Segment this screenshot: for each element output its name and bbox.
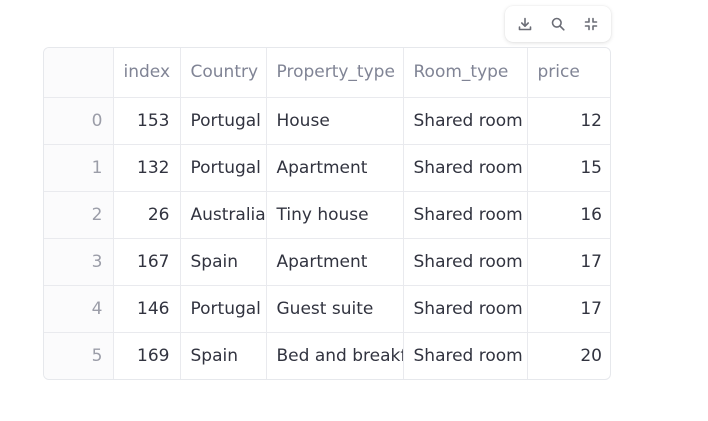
- column-header-room-type[interactable]: Room_type: [403, 48, 528, 98]
- row-number: 3: [44, 238, 114, 286]
- search-icon: [551, 17, 565, 31]
- data-table: index Country Property_type Room_type pr…: [44, 48, 610, 379]
- table-row: 4 146 Portugal Guest suite Shared room 1…: [44, 285, 610, 333]
- row-number: 2: [44, 191, 114, 239]
- column-header-country[interactable]: Country: [180, 48, 267, 98]
- cell-country[interactable]: Australia: [180, 191, 267, 239]
- table-row: 3 167 Spain Apartment Shared room 17: [44, 238, 610, 286]
- cell-price[interactable]: 17: [527, 238, 610, 286]
- row-number: 4: [44, 285, 114, 333]
- cell-room-type[interactable]: Shared room: [403, 238, 528, 286]
- cell-room-type[interactable]: Shared room: [403, 332, 528, 379]
- table-row: 2 26 Australia Tiny house Shared room 16: [44, 191, 610, 239]
- cell-index[interactable]: 169: [113, 332, 181, 379]
- cell-index[interactable]: 132: [113, 144, 181, 192]
- table-row: 1 132 Portugal Apartment Shared room 15: [44, 144, 610, 192]
- cell-price[interactable]: 16: [527, 191, 610, 239]
- cell-property-type[interactable]: House: [266, 97, 404, 145]
- cell-index[interactable]: 146: [113, 285, 181, 333]
- row-number: 5: [44, 332, 114, 379]
- column-header-price[interactable]: price: [527, 48, 610, 98]
- cell-room-type[interactable]: Shared room: [403, 285, 528, 333]
- cell-room-type[interactable]: Shared room: [403, 97, 528, 145]
- table-row: 5 169 Spain Bed and breakfast Shared roo…: [44, 332, 610, 379]
- cell-country[interactable]: Portugal: [180, 144, 267, 192]
- cell-country[interactable]: Portugal: [180, 97, 267, 145]
- header-row: index Country Property_type Room_type pr…: [44, 48, 610, 98]
- row-number: 1: [44, 144, 114, 192]
- data-grid[interactable]: index Country Property_type Room_type pr…: [43, 47, 611, 380]
- cell-price[interactable]: 17: [527, 285, 610, 333]
- download-icon: [519, 17, 532, 31]
- collapse-button[interactable]: [578, 11, 604, 37]
- download-button[interactable]: [512, 11, 538, 37]
- row-index-header: [44, 48, 114, 98]
- cell-price[interactable]: 12: [527, 97, 610, 145]
- cell-room-type[interactable]: Shared room: [403, 144, 528, 192]
- collapse-icon: [584, 17, 597, 31]
- cell-room-type[interactable]: Shared room: [403, 191, 528, 239]
- dataframe-container: index Country Property_type Room_type pr…: [0, 0, 708, 421]
- cell-price[interactable]: 15: [527, 144, 610, 192]
- row-number: 0: [44, 97, 114, 145]
- dataframe-toolbar: [505, 6, 611, 42]
- search-button[interactable]: [545, 11, 571, 37]
- cell-country[interactable]: Spain: [180, 332, 267, 379]
- cell-property-type[interactable]: Bed and breakfast: [266, 332, 404, 379]
- cell-property-type[interactable]: Guest suite: [266, 285, 404, 333]
- cell-price[interactable]: 20: [527, 332, 610, 379]
- cell-country[interactable]: Portugal: [180, 285, 267, 333]
- cell-index[interactable]: 26: [113, 191, 181, 239]
- cell-property-type[interactable]: Apartment: [266, 238, 404, 286]
- cell-property-type[interactable]: Tiny house: [266, 191, 404, 239]
- column-header-index[interactable]: index: [113, 48, 181, 98]
- table-row: 0 153 Portugal House Shared room 12: [44, 97, 610, 145]
- cell-country[interactable]: Spain: [180, 238, 267, 286]
- cell-index[interactable]: 167: [113, 238, 181, 286]
- cell-property-type[interactable]: Apartment: [266, 144, 404, 192]
- column-header-property-type[interactable]: Property_type: [266, 48, 404, 98]
- cell-index[interactable]: 153: [113, 97, 181, 145]
